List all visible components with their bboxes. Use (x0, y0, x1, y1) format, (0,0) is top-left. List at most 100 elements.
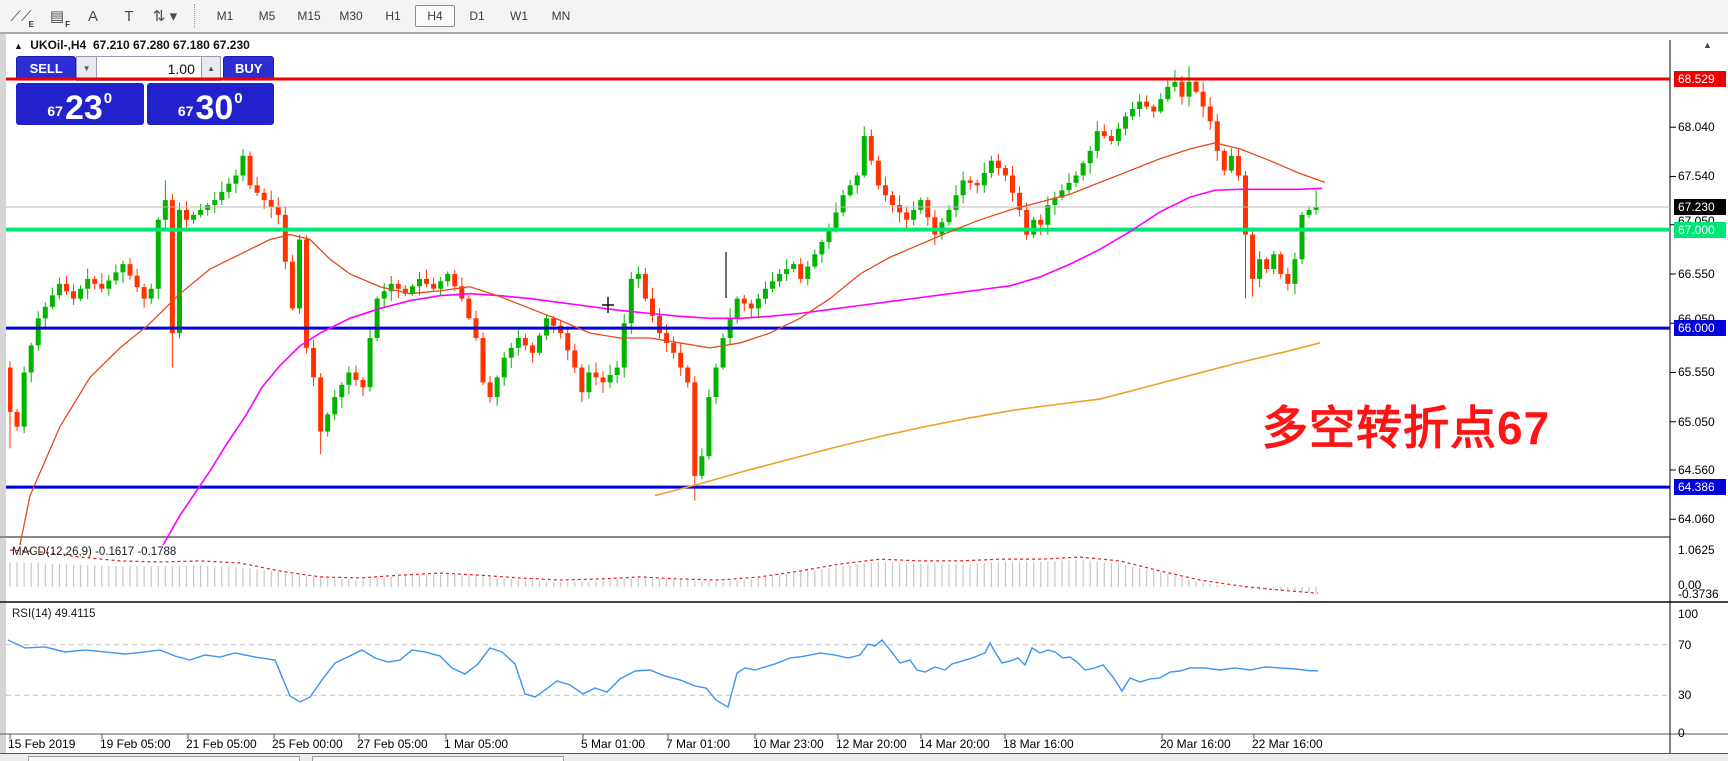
candle (622, 323, 627, 367)
candle (1116, 129, 1121, 141)
chart-tab[interactable] (312, 756, 564, 761)
candle (170, 200, 175, 333)
candle (890, 195, 895, 205)
candle (742, 299, 747, 304)
candle (812, 254, 817, 266)
candle (714, 368, 719, 398)
indicator-axis-tick-70: 70 (1678, 638, 1691, 652)
candle (904, 212, 909, 219)
candle (699, 456, 704, 476)
candle (657, 316, 662, 333)
candle (954, 195, 959, 210)
candle (925, 200, 930, 217)
indicator-axis-tick-30: 30 (1678, 688, 1691, 702)
candle (212, 200, 217, 205)
chart-tab[interactable] (28, 756, 300, 761)
candle (834, 212, 839, 229)
candle (692, 382, 697, 476)
candle (452, 274, 457, 286)
candle (128, 264, 133, 275)
candle (290, 262, 295, 309)
candle (932, 217, 937, 234)
candle (353, 372, 358, 379)
candle (798, 264, 803, 279)
macd-signal-line (10, 550, 1318, 593)
candle (410, 286, 415, 293)
candle (191, 215, 196, 220)
candle (706, 397, 711, 456)
candle (516, 338, 521, 348)
candle (777, 274, 782, 281)
price-badge-68.529: 68.529 (1674, 71, 1726, 87)
candle (629, 279, 634, 323)
candle (276, 207, 281, 214)
candle (1165, 87, 1170, 99)
candle (763, 289, 768, 299)
date-label: 18 Mar 16:00 (1003, 737, 1074, 751)
macd-label: MACD(12,26,9) -0.1617 -0.1788 (12, 546, 176, 558)
candle (579, 368, 584, 393)
candle (297, 240, 302, 309)
rsi-label: RSI(14) 49.4115 (12, 608, 96, 620)
candle (636, 274, 641, 279)
ma-fast-line (8, 143, 1325, 604)
candle (219, 192, 224, 200)
candle (1102, 131, 1107, 136)
candle (918, 200, 923, 210)
date-label: 12 Mar 20:00 (836, 737, 907, 751)
candle (989, 161, 994, 173)
price-tick-64.060: 64.060 (1678, 512, 1715, 526)
candle (1144, 102, 1149, 107)
candle (1074, 175, 1079, 182)
candle (678, 353, 683, 368)
candle (1229, 156, 1234, 171)
candle (1137, 102, 1142, 109)
candle (721, 338, 726, 368)
candle (1187, 82, 1192, 97)
candle (784, 269, 789, 274)
candle (262, 193, 267, 200)
candle (530, 345, 535, 352)
candle (233, 175, 238, 183)
candle (572, 350, 577, 367)
candle (135, 276, 140, 287)
date-label: 22 Mar 16:00 (1252, 737, 1323, 751)
candle (431, 284, 436, 289)
date-label: 25 Feb 00:00 (272, 737, 343, 751)
candle (819, 242, 824, 254)
candle (346, 372, 351, 384)
candle (248, 156, 253, 186)
candle (1236, 156, 1241, 176)
candle (226, 184, 231, 192)
scroll-position-icon[interactable]: ▲ (1703, 40, 1712, 50)
chart-canvas[interactable] (0, 0, 1728, 761)
candle (1123, 116, 1128, 128)
candle (283, 215, 288, 262)
candle (304, 240, 309, 348)
candle (240, 156, 245, 176)
candle (1109, 136, 1114, 141)
date-label: 19 Feb 05:00 (100, 737, 171, 751)
candle (368, 338, 373, 387)
candle (1278, 254, 1283, 274)
candle (1299, 215, 1304, 259)
candle (375, 299, 380, 338)
ma-mid-line (152, 188, 1322, 564)
candle (311, 348, 316, 378)
candle (862, 136, 867, 175)
candle (438, 281, 443, 288)
candle (869, 136, 874, 161)
candle (15, 412, 20, 427)
candle (841, 195, 846, 212)
candle (106, 281, 111, 289)
candle (1130, 109, 1135, 116)
candle (325, 414, 330, 431)
candle (1257, 259, 1262, 279)
candle (805, 267, 810, 279)
price-tick-64.560: 64.560 (1678, 463, 1715, 477)
candle (1264, 259, 1269, 269)
candle (269, 200, 274, 207)
candle (1208, 107, 1213, 122)
candle (1307, 210, 1312, 215)
candle (1285, 274, 1290, 284)
